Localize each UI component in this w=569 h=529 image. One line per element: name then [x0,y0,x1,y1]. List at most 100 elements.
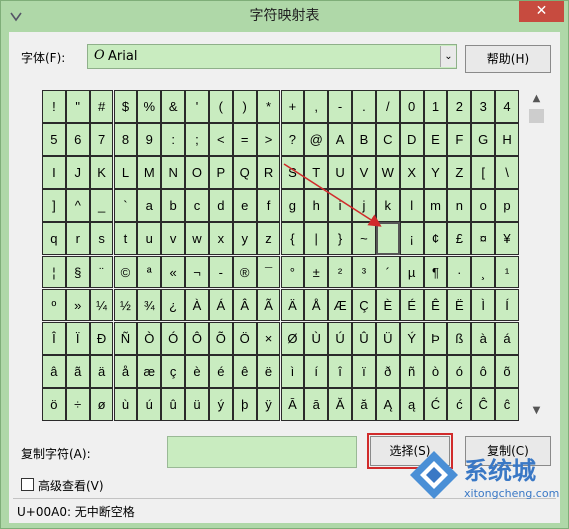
char-cell[interactable]: Å [304,288,329,322]
char-cell[interactable]: 0 [399,90,424,123]
char-cell[interactable]: 9 [137,123,162,156]
char-cell[interactable]: x [208,222,233,256]
char-cell[interactable]: Ø [280,321,305,355]
char-cell[interactable]: D [399,123,424,156]
char-cell[interactable]: É [399,288,424,322]
char-cell[interactable]: á [495,321,519,355]
char-cell[interactable]: ¥ [495,222,519,256]
char-cell[interactable]: n [447,189,472,223]
char-cell[interactable]: ± [304,255,329,289]
char-cell[interactable]: : [161,123,186,156]
char-cell[interactable]: F [447,123,472,156]
char-cell[interactable]: 6 [65,123,90,156]
char-cell[interactable]: ÷ [65,387,90,421]
char-cell[interactable]: C [375,123,400,156]
char-cell[interactable]: ó [447,354,472,388]
char-cell[interactable]: ã [65,354,90,388]
char-cell[interactable]: ´ [375,255,400,289]
char-cell[interactable]: Y [423,156,448,190]
char-cell[interactable]: 4 [495,90,519,123]
grid-scrollbar[interactable]: ▲ ▼ [528,91,545,422]
char-cell[interactable]: 8 [113,123,138,156]
char-cell[interactable]: 5 [42,123,66,156]
char-cell[interactable]: X [399,156,424,190]
char-cell[interactable]: Q [232,156,257,190]
char-cell[interactable]: Î [42,321,66,355]
char-cell[interactable]: £ [447,222,472,256]
char-cell[interactable]: N [161,156,186,190]
char-cell[interactable]: ¤ [471,222,496,256]
char-cell[interactable]: { [280,222,305,256]
char-cell[interactable]: u [137,222,162,256]
char-cell[interactable]: ò [423,354,448,388]
char-cell[interactable]: . [352,90,376,123]
char-cell[interactable]: î [328,354,352,388]
char-cell[interactable]: ¯ [256,255,281,289]
char-cell[interactable]: Ù [304,321,329,355]
char-cell[interactable]: # [89,90,114,123]
font-dropdown[interactable]: O Arial ⌄ [87,44,457,69]
title-bar[interactable]: 字符映射表 ✕ [1,1,568,32]
char-cell[interactable]: i [328,189,352,223]
char-cell[interactable]: ^ [65,189,90,223]
scroll-thumb[interactable] [529,109,544,123]
char-cell[interactable]: Á [208,288,233,322]
char-cell[interactable]: B [352,123,376,156]
char-cell[interactable]: µ [399,255,424,289]
char-cell[interactable]: þ [232,387,257,421]
char-cell[interactable]: ü [185,387,209,421]
char-cell[interactable]: t [113,222,138,256]
copy-characters-input[interactable] [167,436,357,468]
char-cell[interactable]: [ [471,156,496,190]
char-cell[interactable]: Ì [471,288,496,322]
char-cell[interactable]: Ï [65,321,90,355]
char-cell[interactable]: - [208,255,233,289]
char-cell[interactable]: ß [447,321,472,355]
char-cell[interactable]: ( [208,90,233,123]
char-cell[interactable]: § [65,255,90,289]
char-cell[interactable]: ? [280,123,305,156]
char-cell[interactable]: å [113,354,138,388]
char-cell[interactable]: V [352,156,376,190]
char-cell[interactable]: Ã [256,288,281,322]
char-cell[interactable]: < [208,123,233,156]
char-cell[interactable]: v [161,222,186,256]
char-cell[interactable]: ¸ [471,255,496,289]
char-cell[interactable]: Ñ [113,321,138,355]
char-cell[interactable]: | [304,222,329,256]
char-cell[interactable]: ¾ [137,288,162,322]
char-cell[interactable]: Ú [328,321,352,355]
char-cell[interactable]: ì [280,354,305,388]
char-cell[interactable]: Â [232,288,257,322]
char-cell[interactable]: U [328,156,352,190]
char-cell[interactable]: E [423,123,448,156]
char-cell[interactable]: ¿ [161,288,186,322]
char-cell[interactable]: ô [471,354,496,388]
char-cell[interactable]: ¢ [423,222,448,256]
char-cell[interactable]: " [65,90,90,123]
char-cell[interactable]: ą [399,387,424,421]
char-cell[interactable]: P [208,156,233,190]
char-cell[interactable]: $ [113,90,138,123]
char-cell[interactable]: Ä [280,288,305,322]
char-cell[interactable]: S [280,156,305,190]
char-cell[interactable]: ! [42,90,66,123]
char-cell[interactable]: Û [352,321,376,355]
char-cell[interactable]: ª [137,255,162,289]
char-cell[interactable]: w [185,222,209,256]
char-cell[interactable]: ³ [352,255,376,289]
char-cell[interactable]: × [256,321,281,355]
char-cell[interactable]: Ë [447,288,472,322]
char-cell[interactable]: ê [232,354,257,388]
char-cell[interactable]: L [113,156,138,190]
char-cell[interactable]: à [471,321,496,355]
char-cell[interactable]: I [42,156,66,190]
char-cell[interactable]: ¼ [89,288,114,322]
char-cell[interactable]: Ą [375,387,400,421]
char-cell[interactable]: K [89,156,114,190]
char-cell[interactable]: õ [495,354,519,388]
char-cell[interactable]: Õ [208,321,233,355]
char-cell[interactable]: M [137,156,162,190]
char-cell[interactable]: T [304,156,329,190]
char-cell[interactable]: - [328,90,352,123]
